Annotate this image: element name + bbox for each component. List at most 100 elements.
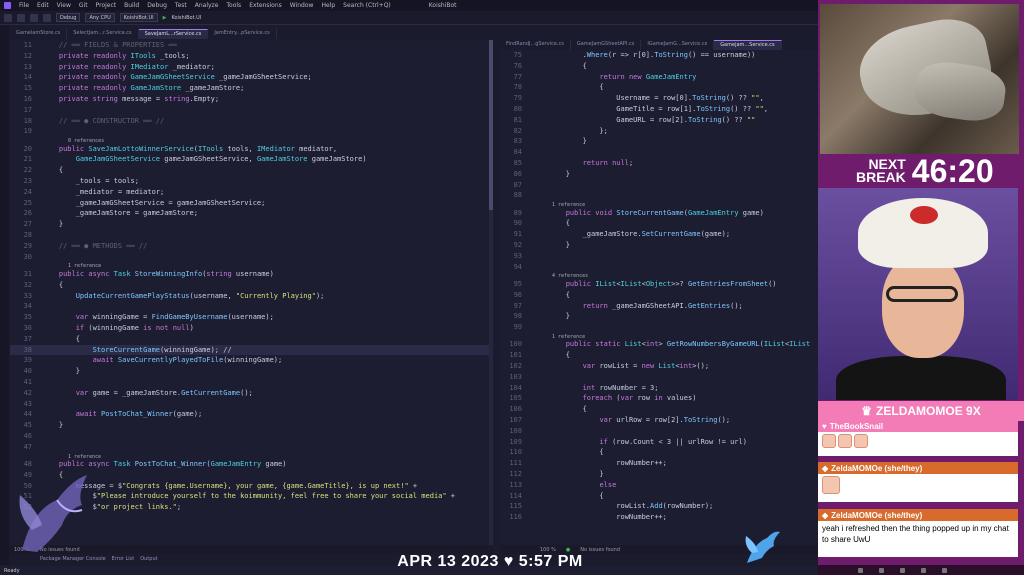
platform-dropdown[interactable]: Any CPU (85, 13, 115, 22)
code-text[interactable]: return _gameJamGSheetAPI.GetEntries(); (532, 302, 743, 310)
startup-project-dropdown[interactable]: KoishiBot.UI (119, 13, 158, 22)
code-text[interactable]: { (42, 166, 63, 174)
menu-project[interactable]: Project (96, 2, 117, 9)
code-text[interactable]: _gameJamStore = gameJamStore; (42, 209, 198, 217)
code-text[interactable]: return null; (532, 159, 634, 167)
code-text[interactable]: _mediator = mediator; (42, 188, 165, 196)
menu-file[interactable]: File (19, 2, 29, 9)
code-text[interactable]: GameURL = row[2].ToString() ?? "" (532, 116, 755, 124)
menu-tools[interactable]: Tools (226, 2, 241, 9)
code-text[interactable]: GameJamGSheetService gameJamGSheetServic… (42, 155, 367, 163)
code-text[interactable]: message = $"Congrats {game.Username}, yo… (42, 482, 417, 490)
code-text[interactable]: { (42, 281, 63, 289)
search-box[interactable]: Search (Ctrl+Q) (343, 2, 391, 9)
code-text[interactable]: int rowNumber = 3; (532, 384, 659, 392)
forward-icon[interactable] (17, 13, 25, 22)
code-text[interactable]: { (532, 219, 570, 227)
menu-test[interactable]: Test (175, 2, 187, 9)
code-text[interactable]: } (532, 470, 603, 478)
code-text[interactable]: if (winningGame is not null) (42, 324, 194, 332)
tab-savejamlotto[interactable]: SaveJamL...rService.cs (138, 29, 209, 39)
code-text[interactable]: public async Task StoreWinningInfo(strin… (42, 270, 274, 278)
menu-help[interactable]: Help (321, 2, 335, 9)
tab-package-manager-console[interactable]: Package Manager Console (40, 556, 106, 562)
code-text[interactable]: await PostToChat_Winner(game); (42, 410, 202, 418)
code-text[interactable]: $"Please introduce yourself to the koimm… (42, 492, 455, 500)
code-text[interactable]: _gameJamGSheetService = gameJamGSheetSer… (42, 199, 266, 207)
scrollbar-thumb[interactable] (489, 40, 493, 210)
code-text[interactable]: private readonly IMediator _mediator; (42, 63, 215, 71)
code-text[interactable]: else (532, 481, 616, 489)
code-text[interactable]: private readonly ITools _tools; (42, 52, 190, 60)
code-text[interactable]: rowList.Add(rowNumber); (532, 502, 713, 510)
back-icon[interactable] (4, 13, 12, 22)
code-text[interactable]: var game = _gameJamStore.GetCurrentGame(… (42, 389, 253, 397)
play-icon[interactable]: ▶ (163, 15, 167, 21)
menu-view[interactable]: View (57, 2, 71, 9)
code-text[interactable]: StoreCurrentGame(winningGame); // (42, 346, 232, 354)
code-text[interactable]: if (row.Count < 3 || urlRow != url) (532, 438, 747, 446)
code-text[interactable]: private string message = string.Empty; (42, 95, 219, 103)
code-text[interactable]: await SaveCurrentlyPlayedToFile(winningG… (42, 356, 283, 364)
code-text[interactable]: { (532, 62, 587, 70)
menu-git[interactable]: Git (79, 2, 88, 9)
tab-gamejam-service[interactable]: Gamejam...Service.cs (714, 40, 782, 50)
code-text[interactable]: // ══ ● CONSTRUCTOR ══ // (42, 117, 164, 125)
code-text[interactable]: { (532, 448, 603, 456)
code-text[interactable]: Username = row[0].ToString() ?? "", (532, 94, 764, 102)
undo-icon[interactable] (43, 13, 51, 22)
menu-edit[interactable]: Edit (37, 2, 49, 9)
run-target-button[interactable]: KoishiBot.UI (171, 15, 201, 21)
side-toolwindow-strip[interactable] (0, 25, 9, 565)
code-text[interactable]: var winningGame = FindGameByUsername(use… (42, 313, 274, 321)
code-text[interactable]: { (532, 83, 603, 91)
code-text[interactable]: public SaveJamLottoWinnerService(ITools … (42, 145, 337, 153)
tab-output[interactable]: Output (140, 556, 157, 562)
code-text[interactable]: } (532, 137, 587, 145)
code-text[interactable]: public IList<IList<Object>>? GetEntriesF… (532, 280, 777, 288)
code-text[interactable]: private readonly GameJamStore _gameJamSt… (42, 84, 244, 92)
code-text[interactable]: foreach (var row in values) (532, 394, 697, 402)
code-text[interactable]: { (532, 405, 587, 413)
code-text[interactable]: _gameJamStore.SetCurrentGame(game); (532, 230, 731, 238)
right-code-editor[interactable]: 75 .Where(r => r[0].ToString() == userna… (500, 50, 818, 545)
code-text[interactable]: } (532, 170, 570, 178)
menu-analyze[interactable]: Analyze (195, 2, 219, 9)
code-text[interactable]: } (532, 241, 570, 249)
tab-error-list[interactable]: Error List (112, 556, 135, 562)
code-text[interactable]: { (532, 291, 570, 299)
menu-debug[interactable]: Debug (147, 2, 167, 9)
code-text[interactable]: .Where(r => r[0].ToString() == username)… (532, 51, 756, 59)
code-text[interactable]: } (42, 367, 80, 375)
code-text[interactable]: public async Task PostToChat_Winner(Game… (42, 460, 287, 468)
tab-selectjam[interactable]: SelectJam...r.Service.cs (67, 29, 139, 39)
code-text[interactable]: return new GameJamEntry (532, 73, 696, 81)
code-text[interactable]: public void StoreCurrentGame(GameJamEntr… (532, 209, 764, 217)
code-text[interactable]: var urlRow = row[2].ToString(); (532, 416, 730, 424)
code-text[interactable]: private readonly GameJamGSheetService _g… (42, 73, 312, 81)
save-icon[interactable] (30, 13, 38, 22)
code-text[interactable]: } (532, 312, 570, 320)
tab-igamejamg[interactable]: IGameJamG...Service.cs (641, 40, 715, 50)
tab-jamentry[interactable]: JamEntry...pService.cs (208, 29, 277, 39)
tab-findrandj[interactable]: FindRandJ...gService.cs (500, 40, 571, 50)
configuration-dropdown[interactable]: Debug (56, 13, 81, 22)
code-text[interactable]: GameTitle = row[1].ToString() ?? "", (532, 105, 768, 113)
code-text[interactable]: _tools = tools; (42, 177, 139, 185)
menu-build[interactable]: Build (124, 2, 139, 9)
code-text[interactable]: public static List<int> GetRowNumbersByG… (532, 340, 811, 348)
code-text[interactable]: UpdateCurrentGamePlayStatus(username, "C… (42, 292, 325, 300)
tab-gamejamgsheetapi[interactable]: GameJamGSheetAPI.cs (571, 40, 642, 50)
left-scrollbar[interactable] (489, 40, 493, 545)
code-text[interactable]: }; (532, 127, 607, 135)
menu-extensions[interactable]: Extensions (249, 2, 282, 9)
code-text[interactable]: // ══ FIELDS & PROPERTIES ══ (42, 41, 177, 49)
code-text[interactable]: // ══ ● METHODS ══ // (42, 242, 148, 250)
code-text[interactable]: } (42, 220, 63, 228)
menu-window[interactable]: Window (290, 2, 314, 9)
code-text[interactable]: rowNumber++; (532, 459, 667, 467)
code-text[interactable]: } (42, 421, 63, 429)
code-text[interactable]: { (532, 492, 603, 500)
code-text[interactable]: var rowList = new List<int>(); (532, 362, 709, 370)
code-text[interactable]: { (532, 351, 570, 359)
